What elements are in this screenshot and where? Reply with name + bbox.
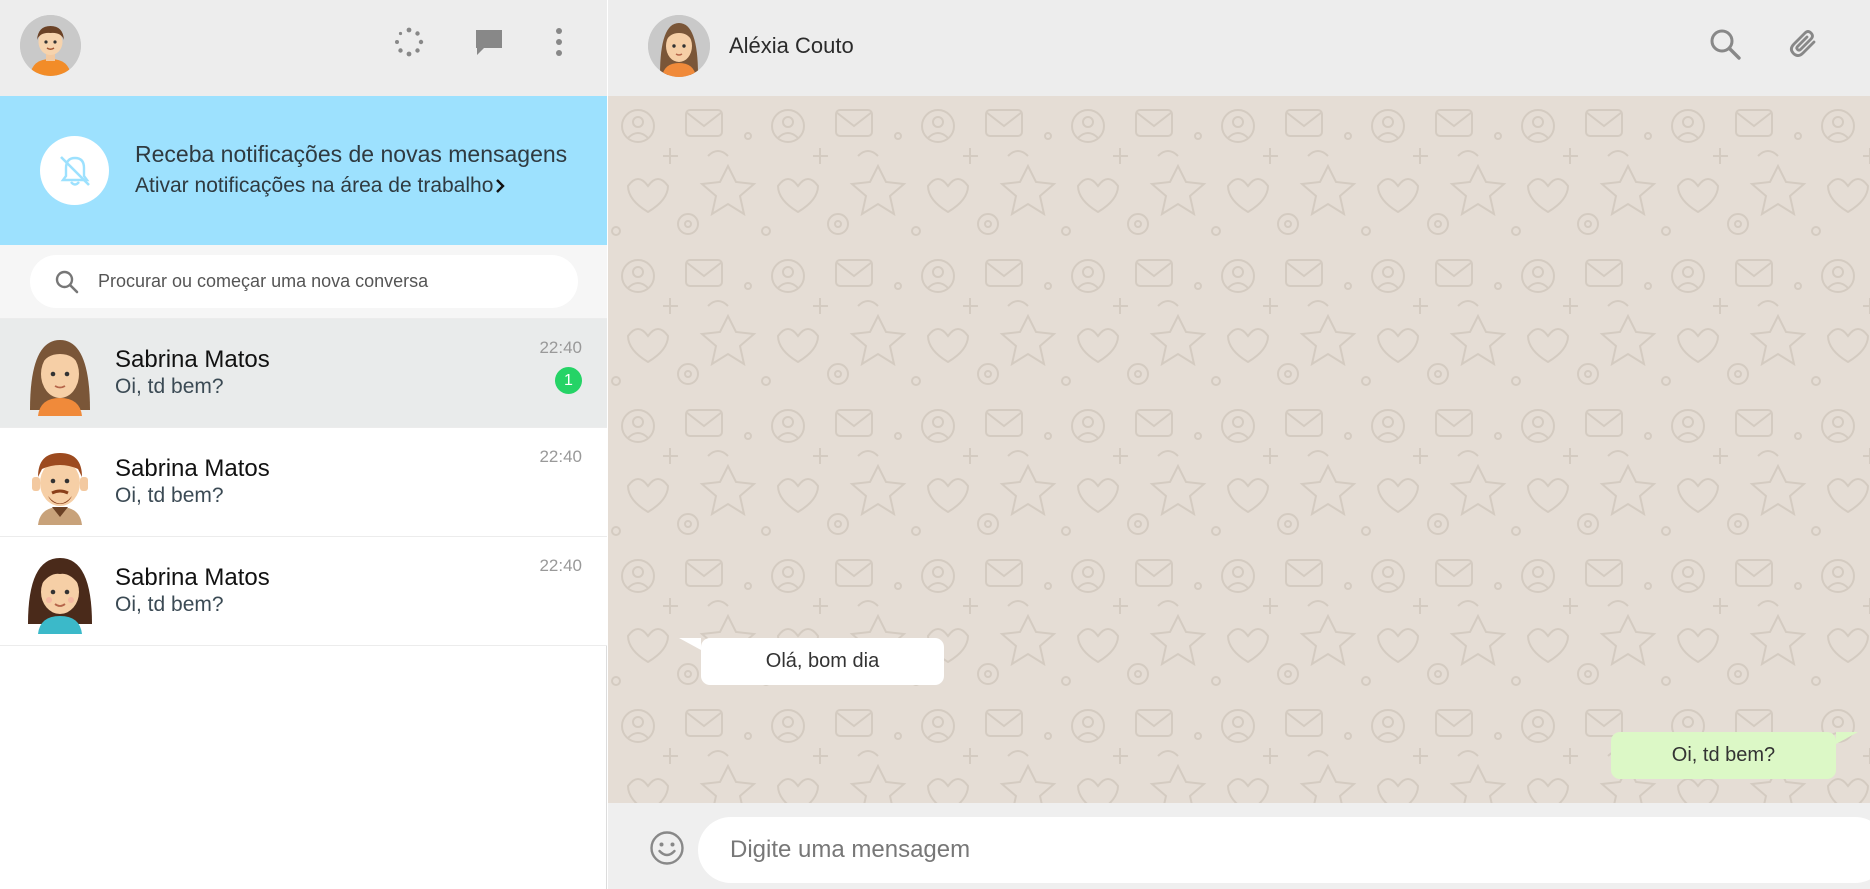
chat-list-item[interactable]: Sabrina Matos Oi, td bem? 22:40 <box>0 428 607 537</box>
chevron-right-icon <box>495 174 506 198</box>
chat-wallpaper <box>608 96 1870 803</box>
sidebar: Receba notificações de novas mensagens A… <box>0 0 607 889</box>
search-input[interactable] <box>98 255 558 308</box>
contact-name: Aléxia Couto <box>729 33 854 58</box>
contact-avatar <box>18 441 102 525</box>
contact-avatar <box>18 550 102 634</box>
attach-icon[interactable] <box>1784 24 1824 64</box>
message-text: Oi, td bem? <box>1671 744 1776 766</box>
chat-last-message: Oi, td bem? <box>115 484 224 507</box>
contact-avatar[interactable] <box>648 15 710 77</box>
emoji-icon[interactable] <box>648 829 686 867</box>
contact-avatar <box>18 332 102 416</box>
search-icon[interactable] <box>1705 24 1745 64</box>
enable-notifications-link[interactable]: Ativar notificações na área de trabalho <box>135 174 506 198</box>
enable-notifications-label: Ativar notificações na área de trabalho <box>135 174 494 197</box>
chat-name: Sabrina Matos <box>115 564 270 591</box>
unread-badge: 1 <box>555 367 582 394</box>
chat-list-item[interactable]: Sabrina Matos Oi, td bem? 22:40 1 <box>0 319 607 428</box>
chat-list-item[interactable]: Sabrina Matos Oi, td bem? 22:40 <box>0 537 607 646</box>
message-input[interactable] <box>698 817 1870 883</box>
conversation-header: Aléxia Couto <box>608 0 1870 96</box>
outgoing-message: Oi, td bem? <box>1611 732 1858 779</box>
search-box[interactable] <box>30 255 578 308</box>
chat-last-message: Oi, td bem? <box>115 375 224 398</box>
chat-list: Sabrina Matos Oi, td bem? 22:40 1 Sabrin… <box>0 319 607 646</box>
chat-name: Sabrina Matos <box>115 455 270 482</box>
sidebar-header <box>0 0 607 96</box>
bell-off-icon <box>40 136 109 205</box>
message-area: Olá, bom dia Oi, td bem? <box>608 96 1870 803</box>
conversation-panel: Aléxia Couto Olá, bom dia Oi, td bem? Di… <box>608 0 1870 889</box>
chat-time: 22:40 <box>539 447 582 466</box>
my-profile-avatar[interactable] <box>20 15 81 76</box>
chat-last-message: Oi, td bem? <box>115 593 224 616</box>
message-text: Olá, bom dia <box>765 650 880 672</box>
search-icon <box>54 269 80 300</box>
status-icon[interactable] <box>391 24 427 60</box>
new-chat-icon[interactable] <box>471 24 507 60</box>
notification-banner: Receba notificações de novas mensagens A… <box>0 96 607 245</box>
chat-time: 22:40 <box>539 556 582 575</box>
menu-icon[interactable] <box>541 24 577 60</box>
chat-name: Sabrina Matos <box>115 346 270 373</box>
incoming-message: Olá, bom dia <box>679 638 944 685</box>
message-composer <box>608 803 1870 889</box>
search-bar <box>0 245 607 319</box>
notification-title: Receba notificações de novas mensagens <box>135 141 568 167</box>
chat-time: 22:40 <box>539 338 582 357</box>
